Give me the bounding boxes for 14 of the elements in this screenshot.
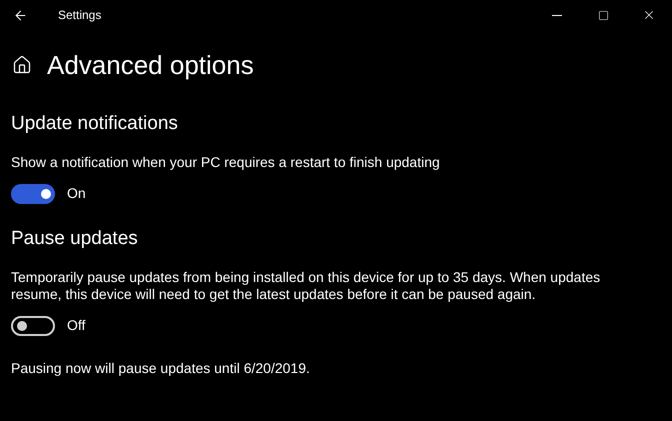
- toggle-label: Off: [67, 316, 86, 335]
- pause-note: Pausing now will pause updates until 6/20/2019.: [11, 359, 311, 378]
- toggle-label: On: [67, 184, 86, 203]
- home-icon: [12, 55, 32, 75]
- toggle-switch[interactable]: [11, 316, 55, 336]
- toggle-switch[interactable]: [11, 184, 55, 204]
- section-heading: Update notifications: [11, 112, 179, 136]
- window-title: Settings: [58, 7, 102, 24]
- section-heading: Pause updates: [11, 227, 139, 251]
- section-description: Temporarily pause updates from being installed on this device for up to 35 days. When updates resume, this device will need to get the latest updates before it can be paused again.: [11, 269, 602, 303]
- maximize-icon: [598, 10, 608, 20]
- page-title: Advanced options: [47, 52, 254, 78]
- minimize-icon: [552, 14, 562, 16]
- section-description: Show a notification when your PC requires a restart to finish updating: [11, 154, 441, 171]
